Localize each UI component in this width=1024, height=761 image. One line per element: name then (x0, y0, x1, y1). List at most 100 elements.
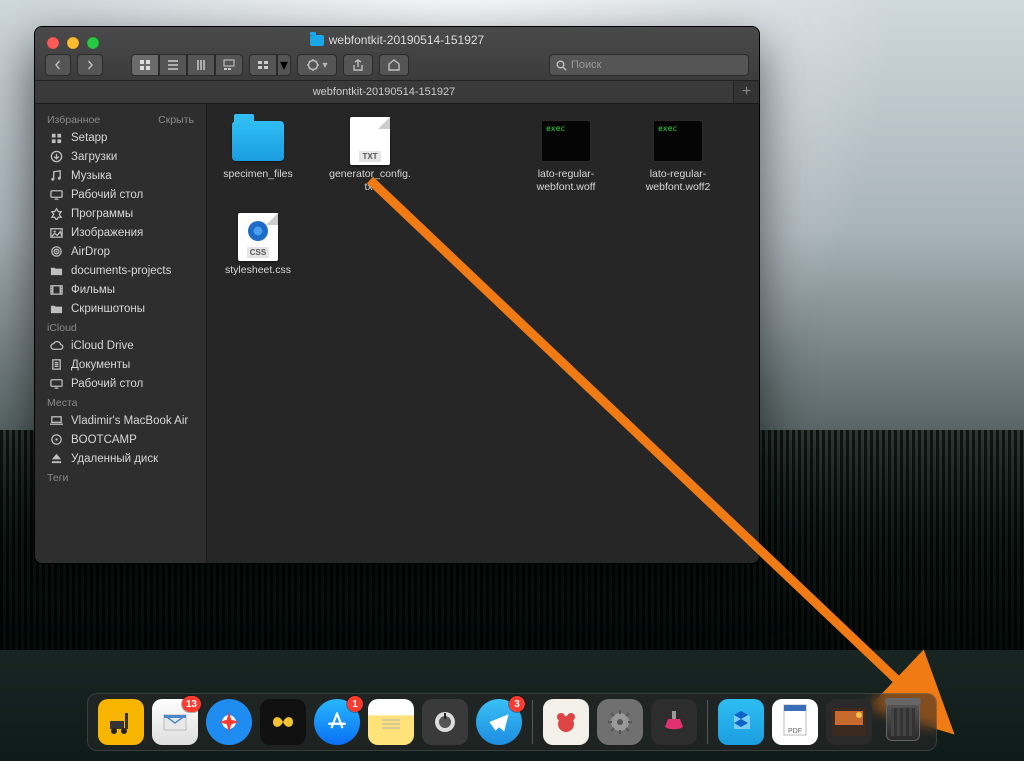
dock-forklift-icon[interactable] (98, 699, 144, 745)
airdrop-icon (49, 245, 64, 258)
sidebar-item--[interactable]: Программы (35, 204, 206, 223)
search-icon (556, 60, 567, 71)
sidebar-item--[interactable]: Документы (35, 355, 206, 374)
dock-separator (532, 700, 533, 744)
laptop-icon (49, 414, 64, 427)
badge: 3 (509, 696, 525, 712)
file-label: lato-regular- webfont.woff (537, 168, 596, 194)
dock-area: 1313PDF (0, 693, 1024, 761)
forward-button[interactable] (77, 54, 103, 76)
tab-current[interactable]: webfontkit-20190514-151927 (35, 81, 733, 103)
disk-icon (49, 433, 64, 446)
tags-button[interactable] (379, 54, 409, 76)
view-list[interactable] (159, 54, 187, 76)
dock-pdf-icon[interactable]: PDF (772, 699, 818, 745)
sidebar-item--[interactable]: Рабочий стол (35, 185, 206, 204)
content-area[interactable]: specimen_files TXT generator_config. txt ex… (207, 104, 759, 563)
action-menu[interactable]: ▾ (297, 54, 337, 76)
exec-file-icon: exec (653, 120, 703, 162)
sidebar-item--[interactable]: Музыка (35, 166, 206, 185)
dock-settings-icon[interactable] (597, 699, 643, 745)
dock-separator (707, 700, 708, 744)
view-gallery[interactable] (215, 54, 243, 76)
sidebar-item-setapp[interactable]: Setapp (35, 128, 206, 147)
new-tab-button[interactable]: + (733, 81, 759, 103)
view-icon[interactable] (131, 54, 159, 76)
sidebar-section-title: Места (47, 397, 78, 409)
search-field[interactable]: Поиск (549, 54, 749, 76)
sidebar-item--[interactable]: Рабочий стол (35, 374, 206, 393)
svg-text:PDF: PDF (788, 728, 802, 735)
file-grid: specimen_files TXT generator_config. txt ex… (215, 118, 751, 277)
eject-icon (49, 452, 64, 465)
sidebar-section-action[interactable]: Скрыть (158, 114, 194, 126)
txt-file-icon: TXT (350, 117, 390, 165)
sidebar-section-header: Избранное Скрыть (35, 110, 206, 128)
dock-butterfly-icon[interactable] (260, 699, 306, 745)
sidebar-section-header: Теги (35, 468, 206, 486)
sidebar-section-title: Теги (47, 472, 68, 484)
file-item[interactable]: CSSstylesheet.css (215, 214, 301, 277)
sidebar-item-airdrop[interactable]: AirDrop (35, 242, 206, 261)
pictures-icon (49, 226, 64, 239)
arrange-dropdown[interactable]: ▾ (277, 54, 291, 76)
desktop: webfontkit-20190514-151927 (0, 0, 1024, 761)
dock-mail-icon[interactable]: 13 (152, 699, 198, 745)
sidebar-item-vladimir-s-macbook-air[interactable]: Vladimir's MacBook Air (35, 411, 206, 430)
dock-bear-icon[interactable] (543, 699, 589, 745)
downloads-icon (49, 150, 64, 163)
dock: 1313PDF (87, 693, 937, 751)
file-item[interactable]: exec lato-regular- webfont.woff2 (635, 118, 721, 194)
icloud-icon (49, 339, 64, 352)
setapp-icon (49, 131, 64, 144)
sidebar-item--[interactable]: Фильмы (35, 280, 206, 299)
dock-telegram-icon[interactable]: 3 (476, 699, 522, 745)
sidebar-item-label: Документы (71, 359, 130, 371)
sidebar-item-label: Загрузки (71, 151, 117, 163)
sidebar: Избранное Скрыть Setapp Загрузки Музыка Рабоч… (35, 104, 207, 563)
desktop-icon (49, 188, 64, 201)
share-button[interactable] (343, 54, 373, 76)
view-column[interactable] (187, 54, 215, 76)
movies-icon (49, 283, 64, 296)
sidebar-item-documents-projects[interactable]: documents-projects (35, 261, 206, 280)
tab-bar: webfontkit-20190514-151927 + (35, 81, 759, 104)
desktop-icon (49, 377, 64, 390)
file-label: lato-regular- webfont.woff2 (646, 168, 711, 194)
dock-dropbox-icon[interactable] (718, 699, 764, 745)
file-item[interactable]: TXT generator_config. txt (327, 118, 413, 194)
file-item[interactable]: exec lato-regular- webfont.woff (523, 118, 609, 194)
sidebar-item--[interactable]: Загрузки (35, 147, 206, 166)
sidebar-item-label: iCloud Drive (71, 340, 134, 352)
sidebar-item--[interactable]: Скриншотоны (35, 299, 206, 318)
exec-file-icon: exec (541, 120, 591, 162)
sidebar-item--[interactable]: Изображения (35, 223, 206, 242)
dock-appstore-icon[interactable]: 1 (314, 699, 360, 745)
arrange-button[interactable] (249, 54, 277, 76)
back-button[interactable] (45, 54, 71, 76)
sidebar-item-label: Setapp (71, 132, 107, 144)
dock-logic-icon[interactable] (422, 699, 468, 745)
finder-window: webfontkit-20190514-151927 (34, 26, 760, 564)
sidebar-section-title: Избранное (47, 114, 100, 126)
sidebar-item--[interactable]: Удаленный диск (35, 449, 206, 468)
sidebar-section-header: Места (35, 393, 206, 411)
folder-icon (310, 35, 324, 46)
sidebar-item-label: Музыка (71, 170, 112, 182)
file-item[interactable]: specimen_files (215, 118, 301, 194)
dock-safari-icon[interactable] (206, 699, 252, 745)
dock-image-icon[interactable] (826, 699, 872, 745)
dock-trash-icon[interactable] (880, 699, 926, 745)
sidebar-section-header: iCloud (35, 318, 206, 336)
sidebar-item-label: Рабочий стол (71, 378, 143, 390)
arrange-group: ▾ (249, 54, 291, 76)
window-title: webfontkit-20190514-151927 (35, 33, 759, 47)
sidebar-item-icloud-drive[interactable]: iCloud Drive (35, 336, 206, 355)
dock-cleanmymac-icon[interactable] (651, 699, 697, 745)
file-label: generator_config. txt (329, 168, 411, 194)
window-titlebar[interactable]: webfontkit-20190514-151927 (35, 27, 759, 81)
sidebar-item-bootcamp[interactable]: BOOTCAMP (35, 430, 206, 449)
dock-notes-icon[interactable] (368, 699, 414, 745)
sidebar-item-label: Скриншотоны (71, 303, 145, 315)
documents-icon (49, 358, 64, 371)
